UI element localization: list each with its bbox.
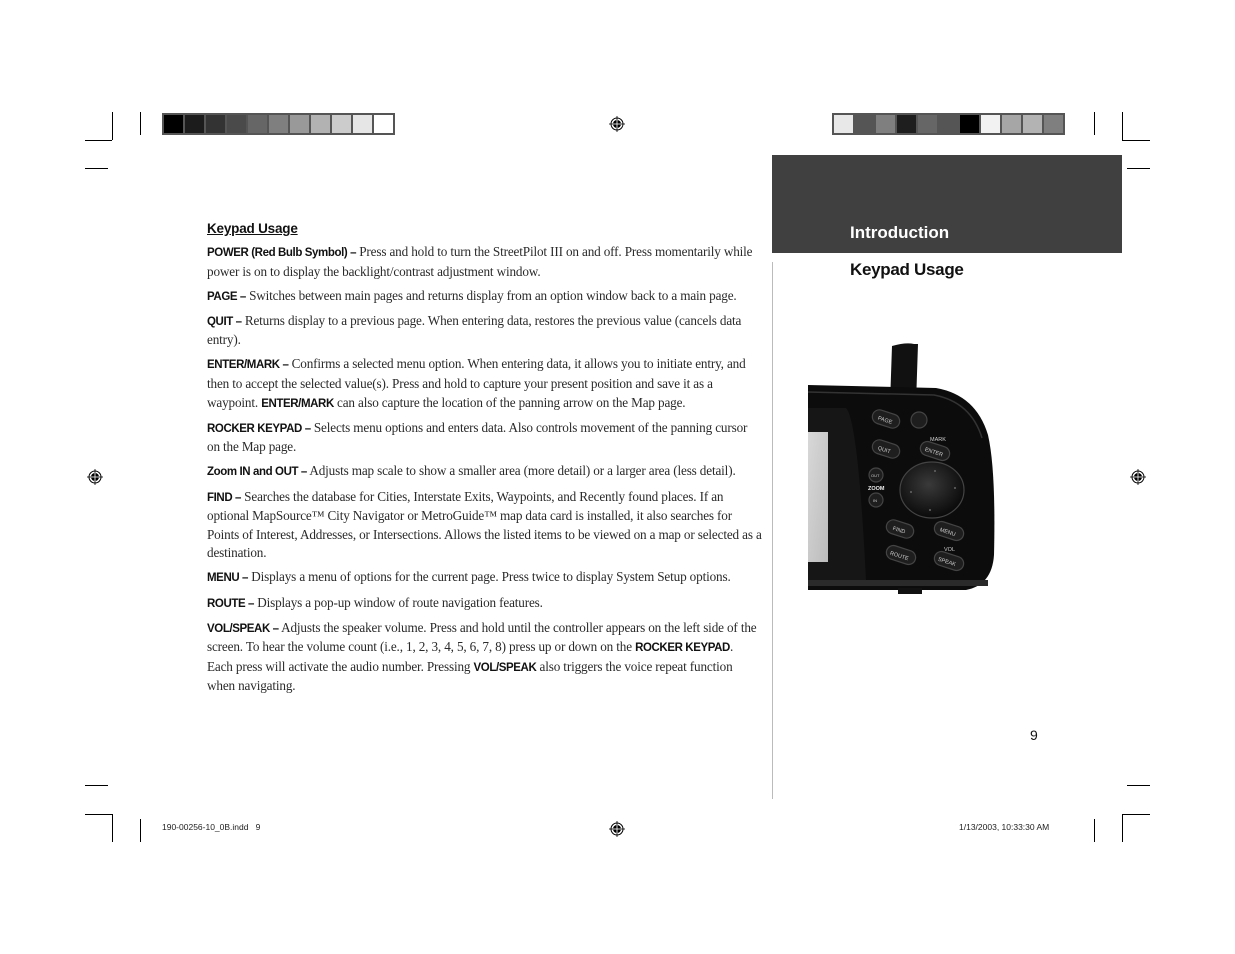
- keypad-usage-section: Keypad Usage POWER (Red Bulb Symbol) – P…: [207, 221, 762, 701]
- entry-inline-term: VOL/SPEAK: [473, 661, 537, 674]
- streetpilot-keypad-illustration: PAGE QUIT MARK ENTER OUT ZOOM IN FIND ME…: [807, 343, 995, 594]
- color-swatch: [1002, 115, 1021, 133]
- section-heading: Keypad Usage: [207, 221, 298, 236]
- color-swatch: [939, 115, 958, 133]
- entry-list: POWER (Red Bulb Symbol) – Press and hold…: [207, 243, 762, 696]
- entry-text: Displays a menu of options for the curre…: [248, 569, 731, 585]
- zoom-in-key-label: IN: [873, 498, 877, 503]
- keypad-entry: MENU – Displays a menu of options for th…: [207, 568, 762, 588]
- crop-mark: [1127, 168, 1150, 169]
- crop-mark: [1122, 814, 1123, 842]
- entry-inline-term: ROCKER KEYPAD: [635, 642, 730, 655]
- page-number: 9: [1030, 727, 1038, 743]
- crop-mark: [1094, 112, 1095, 135]
- crop-mark: [85, 168, 108, 169]
- crop-mark: [85, 785, 108, 786]
- keypad-entry: ROCKER KEYPAD – Selects menu options and…: [207, 419, 762, 457]
- color-swatch: [353, 115, 372, 133]
- color-swatch: [918, 115, 937, 133]
- device-screen: [808, 432, 828, 562]
- registration-mark-icon: [609, 821, 625, 837]
- entry-term: PAGE –: [207, 290, 246, 303]
- zoom-label: ZOOM: [868, 486, 885, 492]
- color-swatch: [332, 115, 351, 133]
- vol-key-label: VOL: [944, 547, 955, 553]
- color-swatch: [374, 115, 393, 133]
- registration-mark-icon: [1130, 469, 1146, 485]
- crop-mark: [1094, 819, 1095, 842]
- keypad-entry: QUIT – Returns display to a previous pag…: [207, 312, 762, 350]
- column-divider: [772, 262, 773, 799]
- color-swatch: [897, 115, 916, 133]
- entry-text: Adjusts map scale to show a smaller area…: [306, 463, 736, 479]
- crop-mark: [1122, 140, 1150, 141]
- color-swatch: [206, 115, 225, 133]
- color-swatch: [876, 115, 895, 133]
- entry-text: can also capture the location of the pan…: [333, 394, 686, 410]
- zoom-out-key-label: OUT: [871, 473, 880, 478]
- entry-term: QUIT –: [207, 315, 242, 328]
- keypad-entry: Zoom IN and OUT – Adjusts map scale to s…: [207, 462, 762, 482]
- crop-mark: [112, 112, 113, 140]
- crop-mark: [140, 819, 141, 842]
- entry-term: MENU –: [207, 572, 249, 585]
- color-calibration-bar-left: [162, 113, 395, 135]
- color-swatch: [269, 115, 288, 133]
- color-swatch: [164, 115, 183, 133]
- color-swatch: [248, 115, 267, 133]
- crop-mark: [1122, 112, 1123, 140]
- entry-term: FIND –: [207, 491, 242, 504]
- chapter-title: Introduction: [850, 223, 950, 242]
- color-swatch: [1023, 115, 1042, 133]
- keypad-entry: PAGE – Switches between main pages and r…: [207, 287, 762, 307]
- entry-text: Switches between main pages and returns …: [245, 287, 737, 303]
- entry-text: Displays a pop-up window of route naviga…: [254, 594, 543, 610]
- entry-term: ROUTE –: [207, 597, 255, 610]
- color-swatch: [311, 115, 330, 133]
- entry-text: Returns display to a previous page. When…: [207, 312, 742, 348]
- chapter-band: Introduction: [772, 155, 1122, 253]
- color-swatch: [855, 115, 874, 133]
- mark-key-label: MARK: [930, 437, 946, 443]
- entry-term: ENTER/MARK –: [207, 359, 289, 372]
- registration-mark-icon: [609, 116, 625, 132]
- crop-mark: [85, 814, 112, 815]
- entry-term: VOL/SPEAK –: [207, 622, 279, 635]
- sidebar-section-title: Keypad Usage: [850, 260, 964, 279]
- entry-inline-term: ENTER/MARK: [261, 397, 334, 410]
- registration-mark-icon: [87, 469, 103, 485]
- keypad-entry: ROUTE – Displays a pop-up window of rout…: [207, 594, 762, 614]
- keypad-entry: VOL/SPEAK – Adjusts the speaker volume. …: [207, 619, 762, 696]
- entry-term: Zoom IN and OUT –: [207, 466, 307, 479]
- color-swatch: [834, 115, 853, 133]
- rocker-keypad: [899, 461, 965, 519]
- color-swatch: [981, 115, 1000, 133]
- crop-mark: [112, 814, 113, 842]
- entry-term: ROCKER KEYPAD –: [207, 422, 311, 435]
- keypad-entry: POWER (Red Bulb Symbol) – Press and hold…: [207, 243, 762, 281]
- crop-mark: [1122, 814, 1150, 815]
- file-slug: 190-00256-10_0B.indd 9: [162, 822, 261, 832]
- color-calibration-bar-right: [832, 113, 1065, 135]
- crop-mark: [1127, 785, 1150, 786]
- keypad-entry: FIND – Searches the database for Cities,…: [207, 488, 762, 563]
- crop-mark: [85, 140, 112, 141]
- keypad-entry: ENTER/MARK – Confirms a selected menu op…: [207, 355, 762, 413]
- entry-text: Searches the database for Cities, Inters…: [207, 488, 762, 561]
- color-swatch: [960, 115, 979, 133]
- color-swatch: [290, 115, 309, 133]
- crop-mark: [140, 112, 141, 135]
- color-swatch: [185, 115, 204, 133]
- color-swatch: [227, 115, 246, 133]
- color-swatch: [1044, 115, 1063, 133]
- print-timestamp: 1/13/2003, 10:33:30 AM: [959, 822, 1050, 832]
- entry-term: POWER (Red Bulb Symbol) –: [207, 247, 357, 259]
